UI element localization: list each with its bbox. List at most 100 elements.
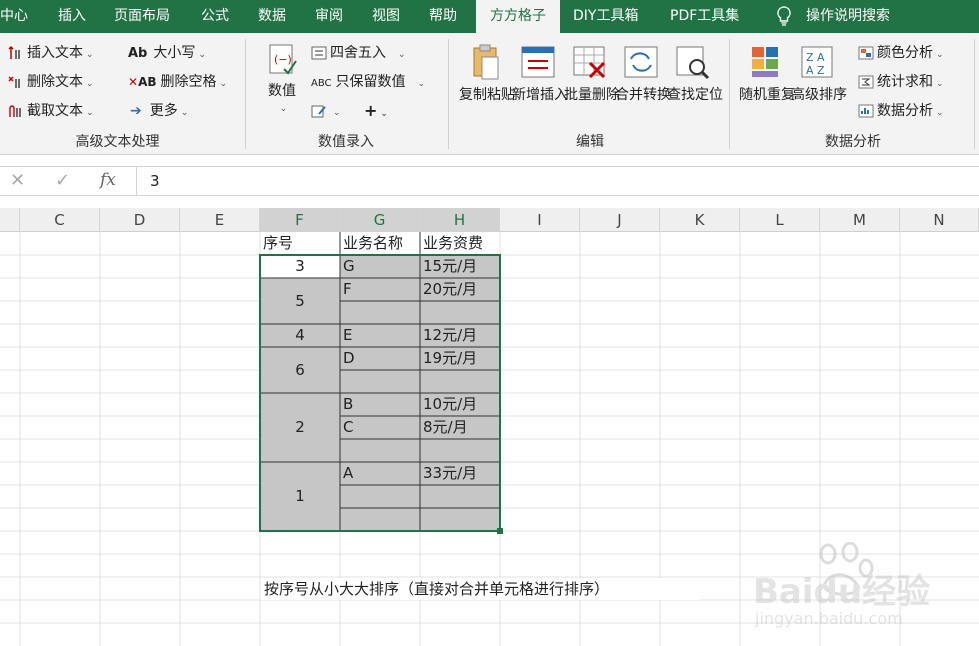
advanced-sort-button[interactable]: Z AA Z 高级排序	[791, 43, 847, 104]
edit-icon	[311, 104, 326, 118]
sort-note[interactable]: 按序号从小大大排序（直接对合并单元格进行排序）	[261, 578, 701, 600]
case-icon: Ab	[128, 46, 148, 61]
merge-icon	[615, 43, 667, 86]
value-button[interactable]: (−) 数值 ⌄	[260, 43, 304, 118]
column-header-h[interactable]: H	[420, 208, 500, 232]
column-header-j[interactable]: J	[580, 208, 660, 232]
formula-divider	[136, 167, 137, 195]
name-cell[interactable]: C	[340, 416, 420, 438]
tab-help[interactable]: 帮助	[429, 0, 465, 33]
tab-center[interactable]: 中心	[0, 0, 38, 33]
tell-me-search[interactable]: 操作说明搜索	[806, 0, 926, 33]
column-header-g[interactable]: G	[340, 208, 420, 232]
worksheet-grid[interactable]: 序号 业务名称 业务资费 3 5 4 6 2 1 G F E D B C A 1…	[0, 232, 979, 646]
column-header-c[interactable]: C	[20, 208, 100, 232]
tab-view[interactable]: 视图	[372, 0, 408, 33]
merge-convert-button[interactable]: 合并转换	[615, 43, 671, 104]
baidu-watermark: Baidu经验 jingyan.baidu.com	[745, 542, 945, 632]
random-blocks-icon	[739, 43, 791, 86]
column-header-k[interactable]: K	[660, 208, 740, 232]
tab-diy-toolbox[interactable]: DIY工具箱	[573, 0, 655, 33]
data-analysis-icon	[858, 104, 874, 118]
header-business-name[interactable]: 业务名称	[340, 232, 420, 254]
remove-spaces-icon: ✕AB	[128, 75, 157, 89]
seq-cell[interactable]: 3	[260, 255, 340, 278]
find-locate-button[interactable]: 查找定位	[667, 43, 723, 104]
insert-text-button[interactable]: 插入文本 ⌄	[8, 43, 94, 65]
delete-text-icon	[8, 75, 22, 89]
function-icon[interactable]: fx	[100, 170, 116, 190]
tab-fangfang[interactable]: 方方格子	[476, 0, 560, 33]
delete-text-button[interactable]: 删除文本 ⌄	[8, 72, 94, 94]
column-header-i[interactable]: I	[500, 208, 580, 232]
column-header-e[interactable]: E	[180, 208, 260, 232]
random-repeat-button[interactable]: 随机重复	[739, 43, 795, 104]
column-header-n[interactable]: N	[900, 208, 979, 232]
seq-cell[interactable]: 4	[260, 324, 340, 347]
insert-new-button[interactable]: 新增插入	[512, 43, 568, 104]
stat-sum-icon	[858, 75, 874, 89]
keep-values-button[interactable]: ABC 只保留数值 ⌄	[311, 72, 425, 94]
copy-paste-button[interactable]: 复制粘贴	[459, 43, 515, 104]
color-analysis-button[interactable]: 颜色分析 ⌄	[858, 43, 944, 65]
fee-cell[interactable]: 19元/月	[420, 347, 500, 369]
tab-review[interactable]: 审阅	[315, 0, 351, 33]
tab-formulas[interactable]: 公式	[201, 0, 237, 33]
more-button[interactable]: ➔ 更多 ⌄	[130, 101, 188, 123]
batch-delete-button[interactable]: 批量删除	[564, 43, 620, 104]
seq-cell[interactable]: 2	[260, 393, 340, 462]
fee-cell[interactable]: 10元/月	[420, 393, 500, 415]
edit-tool-button[interactable]: ⌄	[311, 101, 341, 123]
row-header-corner[interactable]	[0, 208, 20, 232]
tab-pdf-tools[interactable]: PDF工具集	[670, 0, 748, 33]
confirm-icon[interactable]: ✓	[55, 170, 70, 191]
fee-cell[interactable]: 20元/月	[420, 278, 500, 300]
seq-cell[interactable]: 1	[260, 462, 340, 531]
formula-bar: ✕ ✓ fx 3	[0, 166, 979, 196]
tab-page-layout[interactable]: 页面布局	[114, 0, 180, 33]
data-analysis-button[interactable]: 数据分析 ⌄	[858, 101, 944, 123]
tab-data[interactable]: 数据	[258, 0, 294, 33]
fee-cell[interactable]: 8元/月	[420, 416, 500, 438]
plus-icon: +	[364, 101, 378, 120]
group-label-edit: 编辑	[576, 134, 604, 150]
insert-text-icon	[8, 45, 22, 60]
cancel-icon[interactable]: ✕	[10, 170, 25, 191]
name-cell[interactable]: E	[340, 324, 420, 346]
sort-az-icon: Z AA Z	[791, 43, 843, 86]
name-cell[interactable]: D	[340, 347, 420, 369]
plus-button[interactable]: + ⌄	[364, 101, 388, 124]
lightbulb-icon[interactable]	[773, 0, 795, 33]
clipboard-icon	[459, 43, 511, 86]
extract-text-button[interactable]: 截取文本 ⌄	[8, 101, 94, 123]
column-header-l[interactable]: L	[740, 208, 820, 232]
insert-row-icon	[512, 43, 564, 86]
fee-cell[interactable]: 33元/月	[420, 462, 500, 484]
fee-cell[interactable]: 15元/月	[420, 255, 500, 277]
header-seq[interactable]: 序号	[260, 232, 340, 254]
name-cell[interactable]: A	[340, 462, 420, 484]
group-divider	[448, 39, 449, 149]
name-cell[interactable]: G	[340, 255, 420, 277]
case-button[interactable]: Ab 大小写 ⌄	[128, 43, 206, 65]
group-divider	[729, 39, 730, 149]
arrow-right-icon: ➔	[130, 103, 142, 119]
remove-spaces-button[interactable]: ✕AB 删除空格 ⌄	[128, 72, 227, 94]
seq-cell[interactable]: 6	[260, 347, 340, 393]
formula-input[interactable]: 3	[150, 172, 160, 190]
tab-insert[interactable]: 插入	[58, 0, 94, 33]
header-business-fee[interactable]: 业务资费	[420, 232, 500, 254]
round-button[interactable]: 四舍五入 ⌄	[311, 43, 406, 65]
stat-sum-button[interactable]: 统计求和 ⌄	[858, 72, 944, 94]
fee-cell[interactable]: 12元/月	[420, 324, 500, 346]
group-divider	[974, 39, 975, 149]
extract-text-icon	[8, 104, 22, 118]
column-headers: C D E F G H I J K L M N	[0, 208, 979, 232]
seq-cell[interactable]: 5	[260, 278, 340, 324]
name-cell[interactable]: F	[340, 278, 420, 300]
column-header-f[interactable]: F	[260, 208, 340, 232]
column-header-d[interactable]: D	[100, 208, 180, 232]
svg-text:A Z: A Z	[806, 64, 825, 77]
column-header-m[interactable]: M	[820, 208, 900, 232]
name-cell[interactable]: B	[340, 393, 420, 415]
